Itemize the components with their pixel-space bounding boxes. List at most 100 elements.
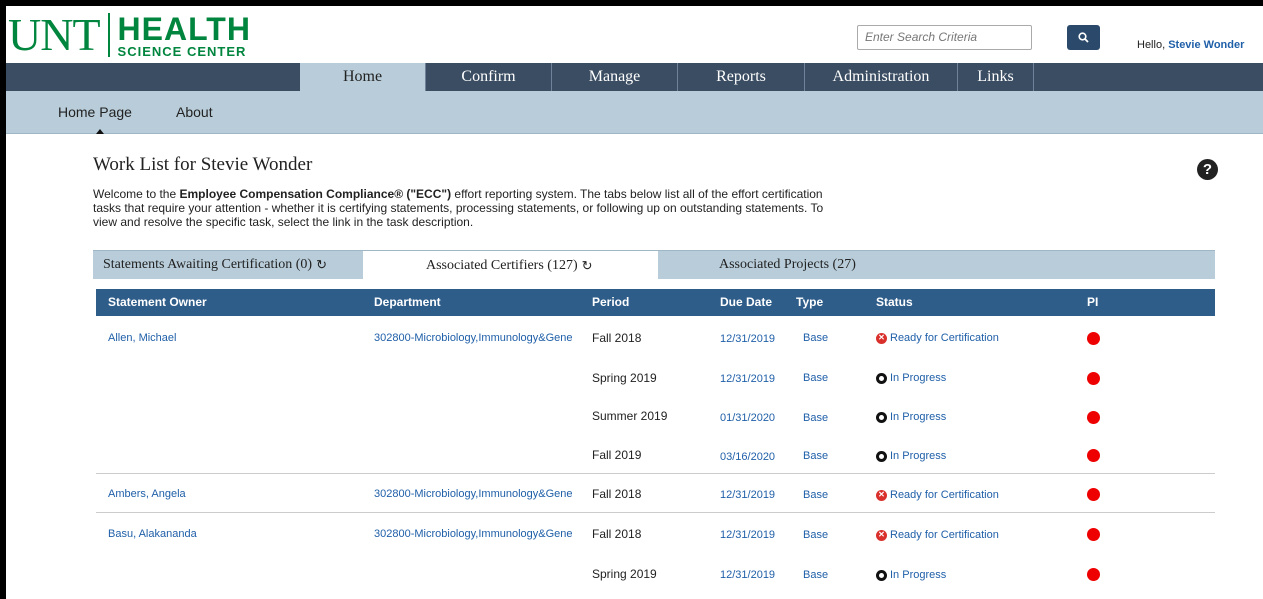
col-due-date[interactable]: Due Date <box>720 295 772 309</box>
app-frame: UNT HEALTH SCIENCE CENTER Enter Search C… <box>6 6 1263 599</box>
subnav-about[interactable]: About <box>176 104 213 120</box>
table-row: Spring 2019 12/31/2019 Base In Progress <box>96 366 1215 405</box>
owner-link[interactable]: Allen, Michael <box>108 332 176 344</box>
search-button[interactable] <box>1067 25 1100 50</box>
due-date: 12/31/2019 <box>720 569 776 581</box>
status-link[interactable]: In Progress <box>876 372 946 384</box>
status-link[interactable]: ✕ Ready for Certification <box>876 529 999 541</box>
due-date: 12/31/2019 <box>720 333 776 345</box>
nav-links[interactable]: Links <box>958 63 1034 91</box>
pi-indicator-icon <box>1087 488 1100 501</box>
logo-health: HEALTH <box>117 10 251 47</box>
period: Spring 2019 <box>592 371 657 385</box>
logo-subtitle: SCIENCE CENTER <box>117 43 247 59</box>
col-period[interactable]: Period <box>592 295 629 309</box>
type: Base <box>803 450 829 462</box>
in-progress-icon <box>876 450 887 462</box>
worklist-tabs: Statements Awaiting Certification (0) ↻ … <box>93 250 1215 281</box>
logo-divider <box>107 13 110 57</box>
help-icon[interactable]: ? <box>1197 159 1218 180</box>
period: Fall 2019 <box>592 448 642 462</box>
status-link[interactable]: ✕ Ready for Certification <box>876 332 999 344</box>
nav-confirm[interactable]: Confirm <box>426 63 552 91</box>
status-link[interactable]: In Progress <box>876 450 946 462</box>
nav-administration[interactable]: Administration <box>805 63 958 91</box>
status-label: In Progress <box>890 450 947 462</box>
pi-indicator-icon <box>1087 411 1100 424</box>
col-department[interactable]: Department <box>374 295 441 309</box>
row-separator <box>96 473 1215 474</box>
status-label: In Progress <box>890 569 947 581</box>
tab-associated-projects[interactable]: Associated Projects (27) <box>719 251 856 279</box>
type: Base <box>803 412 829 424</box>
owner-link[interactable]: Ambers, Angela <box>108 488 186 500</box>
department-link[interactable]: 302800-Microbiology,Immunology&Gene <box>374 332 573 344</box>
col-type[interactable]: Type <box>796 295 823 309</box>
header: UNT HEALTH SCIENCE CENTER Enter Search C… <box>6 6 1263 63</box>
status-link[interactable]: ✕ Ready for Certification <box>876 489 999 501</box>
nav-home[interactable]: Home <box>300 63 426 91</box>
error-x-icon: ✕ <box>876 489 887 501</box>
due-date: 01/31/2020 <box>720 412 776 424</box>
tab-label: Associated Certifiers (127) <box>426 258 578 273</box>
row-separator <box>96 512 1215 513</box>
refresh-icon[interactable]: ↻ <box>316 257 327 273</box>
department-link[interactable]: 302800-Microbiology,Immunology&Gene <box>374 488 573 500</box>
pi-indicator-icon <box>1087 528 1100 541</box>
table-row: Allen, Michael 302800-Microbiology,Immun… <box>96 326 1215 365</box>
tab-associated-certifiers[interactable]: Associated Certifiers (127) ↻ <box>363 251 658 281</box>
search-input[interactable]: Enter Search Criteria <box>857 25 1032 50</box>
error-x-icon: ✕ <box>876 332 887 344</box>
table-row: Summer 2019 01/31/2020 Base In Progress <box>96 406 1215 445</box>
table-header: Statement Owner Department Period Due Da… <box>96 289 1215 316</box>
type: Base <box>803 529 829 541</box>
welcome-bold: Employee Compensation Compliance® ("ECC"… <box>179 187 452 201</box>
table-row: Basu, Alakananda 302800-Microbiology,Imm… <box>96 524 1215 563</box>
status-label: Ready for Certification <box>890 489 999 501</box>
period: Fall 2018 <box>592 331 642 345</box>
type: Base <box>803 332 829 344</box>
user-greeting: Hello, Stevie Wonder <box>1137 39 1244 51</box>
tab-statements-awaiting[interactable]: Statements Awaiting Certification (0) ↻ <box>103 251 327 279</box>
type: Base <box>803 569 829 581</box>
tab-label: Statements Awaiting Certification (0) <box>103 257 313 272</box>
table-row: Fall 2019 03/16/2020 Base In Progress <box>96 446 1215 473</box>
col-statement-owner[interactable]: Statement Owner <box>108 295 207 309</box>
subnav-home-page[interactable]: Home Page <box>58 104 132 120</box>
in-progress-icon <box>876 372 887 384</box>
nav-reports[interactable]: Reports <box>678 63 805 91</box>
due-date: 03/16/2020 <box>720 451 776 463</box>
unt-logo[interactable]: UNT HEALTH SCIENCE CENTER <box>6 10 251 60</box>
department-link[interactable]: 302800-Microbiology,Immunology&Gene <box>374 528 573 540</box>
type: Base <box>803 372 829 384</box>
hello-prefix: Hello, <box>1137 39 1166 51</box>
due-date: 12/31/2019 <box>720 489 776 501</box>
status-link[interactable]: In Progress <box>876 411 946 423</box>
pi-indicator-icon <box>1087 568 1100 581</box>
due-date: 12/31/2019 <box>720 373 776 385</box>
nav-manage[interactable]: Manage <box>552 63 678 91</box>
top-nav: Home Confirm Manage Reports Administrati… <box>6 63 1263 91</box>
status-label: In Progress <box>890 372 947 384</box>
page-title: Work List for Stevie Wonder <box>93 154 313 175</box>
in-progress-icon <box>876 411 887 423</box>
period: Spring 2019 <box>592 567 657 581</box>
status-link[interactable]: In Progress <box>876 569 946 581</box>
error-x-icon: ✕ <box>876 529 887 541</box>
status-label: Ready for Certification <box>890 529 999 541</box>
in-progress-icon <box>876 569 887 581</box>
refresh-icon[interactable]: ↻ <box>582 258 593 274</box>
col-pi[interactable]: PI <box>1087 295 1098 309</box>
welcome-text: Welcome to the Employee Compensation Com… <box>93 187 838 229</box>
search-icon <box>1078 32 1089 43</box>
status-label: Ready for Certification <box>890 332 999 344</box>
pi-indicator-icon <box>1087 372 1100 385</box>
owner-link[interactable]: Basu, Alakananda <box>108 528 197 540</box>
sub-nav: Home Page About <box>6 91 1263 134</box>
period: Summer 2019 <box>592 409 668 423</box>
tab-label: Associated Projects (27) <box>719 257 856 272</box>
user-name-link[interactable]: Stevie Wonder <box>1168 39 1244 51</box>
table-row: Spring 2019 12/31/2019 Base In Progress <box>96 564 1215 594</box>
due-date: 12/31/2019 <box>720 529 776 541</box>
col-status[interactable]: Status <box>876 295 913 309</box>
